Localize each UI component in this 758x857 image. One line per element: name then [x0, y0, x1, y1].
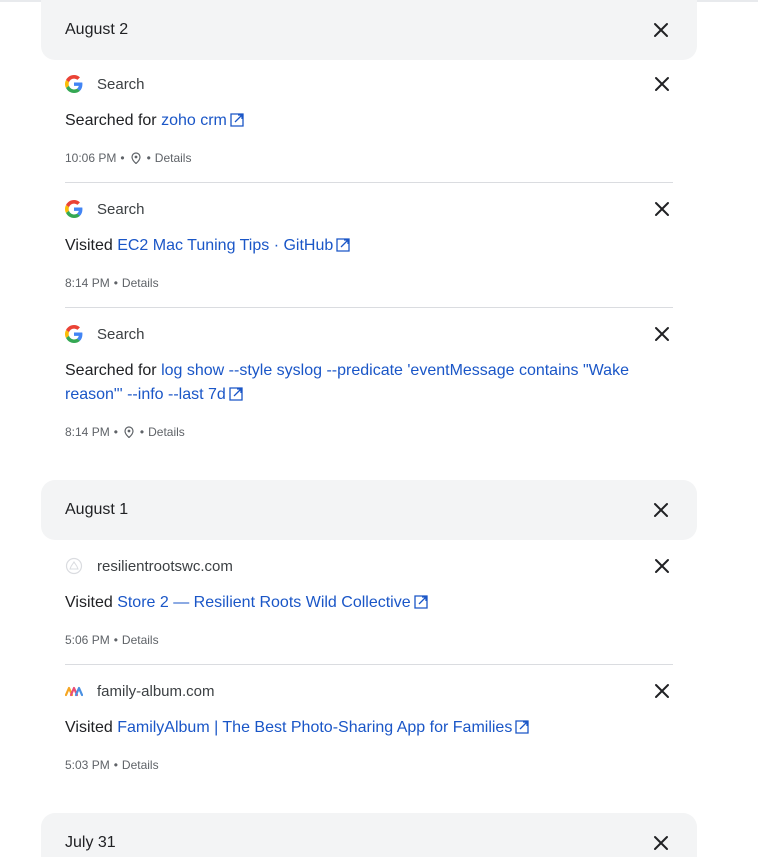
close-icon — [655, 327, 669, 341]
details-link[interactable]: Details — [122, 276, 159, 290]
day-date: August 2 — [65, 21, 129, 38]
details-link[interactable]: Details — [122, 633, 159, 647]
activity-entry: Search Searched for zoho crm 10:06 PM • … — [65, 72, 674, 165]
activity-entry: resilientrootswc.com Visited Store 2 — R… — [65, 554, 674, 647]
close-icon — [654, 836, 668, 850]
entry-time: 8:14 PM — [65, 276, 110, 290]
entry-meta: 10:06 PM • • Details — [65, 151, 192, 165]
activity-entry: family-album.com Visited FamilyAlbum | T… — [65, 679, 674, 772]
delete-entry-button[interactable] — [650, 197, 674, 221]
close-icon — [654, 503, 668, 517]
entry-link[interactable]: zoho crm — [161, 112, 244, 129]
google-icon — [65, 200, 83, 218]
day-date: August 1 — [65, 501, 129, 518]
delete-entry-button[interactable] — [650, 322, 674, 346]
activity-entry: Search Visited EC2 Mac Tuning Tips · Git… — [65, 197, 674, 290]
open-external-icon — [336, 238, 350, 252]
entry-title: Visited Store 2 — Resilient Roots Wild C… — [65, 591, 655, 615]
day-header: August 1 — [41, 480, 697, 540]
entry-meta: 8:14 PM • Details — [65, 276, 159, 290]
entry-source: Search — [65, 199, 145, 219]
close-icon — [655, 559, 669, 573]
entry-action: Visited — [65, 719, 113, 736]
location-pin-icon[interactable] — [130, 152, 141, 164]
entry-meta: 5:03 PM • Details — [65, 758, 159, 772]
activity-entry: Search Searched for log show --style sys… — [65, 324, 673, 444]
source-name: family-album.com — [97, 682, 215, 700]
open-external-icon — [230, 113, 244, 127]
entry-divider — [65, 307, 673, 308]
entry-time: 5:03 PM — [65, 758, 110, 772]
delete-entry-button[interactable] — [650, 554, 674, 578]
location-pin-icon[interactable] — [124, 426, 134, 438]
entry-title: Searched for zoho crm — [65, 109, 655, 133]
entry-title: Visited EC2 Mac Tuning Tips · GitHub — [65, 234, 655, 258]
family-album-logo-icon — [65, 682, 83, 700]
entry-title: Visited FamilyAlbum | The Best Photo-Sha… — [65, 716, 655, 740]
entry-source: resilientrootswc.com — [65, 556, 233, 576]
day-header: July 31 — [41, 813, 697, 857]
entry-link[interactable]: FamilyAlbum | The Best Photo-Sharing App… — [117, 719, 529, 736]
delete-day-button[interactable] — [649, 18, 673, 42]
day-header: August 2 — [41, 0, 697, 60]
entry-title: Searched for log show --style syslog --p… — [65, 359, 655, 407]
delete-day-button[interactable] — [649, 831, 673, 855]
entry-link[interactable]: EC2 Mac Tuning Tips · GitHub — [117, 237, 350, 254]
close-icon — [655, 684, 669, 698]
entry-time: 10:06 PM — [65, 151, 117, 165]
entry-source: family-album.com — [65, 681, 215, 701]
google-icon — [65, 75, 83, 93]
delete-entry-button[interactable] — [650, 679, 674, 703]
details-link[interactable]: Details — [155, 151, 192, 165]
open-external-icon — [515, 720, 529, 734]
source-name: Search — [97, 200, 145, 218]
entry-action: Visited — [65, 237, 113, 254]
entry-source: Search — [65, 324, 145, 344]
site-globe-icon — [65, 557, 83, 575]
open-external-icon — [229, 387, 243, 401]
details-link[interactable]: Details — [122, 758, 159, 772]
entry-link[interactable]: Store 2 — Resilient Roots Wild Collectiv… — [117, 594, 428, 611]
entry-action: Searched for — [65, 112, 157, 129]
source-name: Search — [97, 75, 145, 93]
entry-action: Searched for — [65, 362, 157, 379]
entry-meta: 8:14 PM • • Details — [65, 425, 185, 439]
source-name: Search — [97, 325, 145, 343]
delete-entry-button[interactable] — [650, 72, 674, 96]
close-icon — [655, 77, 669, 91]
close-icon — [655, 202, 669, 216]
open-external-icon — [413, 595, 428, 609]
day-date: July 31 — [65, 834, 116, 851]
entry-time: 5:06 PM — [65, 633, 110, 647]
details-link[interactable]: Details — [148, 425, 185, 439]
activity-page: August 2 Search Searched for zoho crm 10… — [0, 0, 758, 857]
entry-divider — [65, 182, 673, 183]
entry-divider — [65, 664, 673, 665]
entry-action: Visited — [65, 594, 113, 611]
google-icon — [65, 325, 83, 343]
entry-meta: 5:06 PM • Details — [65, 633, 159, 647]
close-icon — [654, 23, 668, 37]
delete-day-button[interactable] — [649, 498, 673, 522]
source-name: resilientrootswc.com — [97, 557, 233, 575]
entry-source: Search — [65, 74, 145, 94]
entry-time: 8:14 PM — [65, 425, 110, 439]
